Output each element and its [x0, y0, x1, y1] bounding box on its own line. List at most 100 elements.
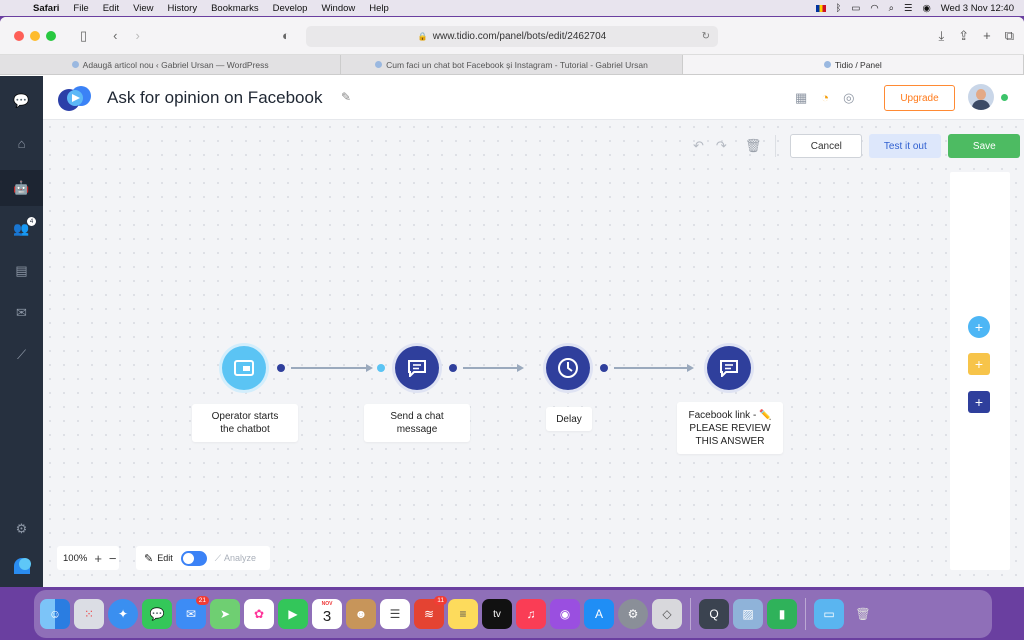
menu-view[interactable]: View: [126, 3, 160, 14]
dock-safari[interactable]: ✦: [108, 599, 138, 629]
zoom-window-button[interactable]: [46, 30, 56, 41]
flow-node-facebook-link[interactable]: [704, 343, 754, 393]
dock-finder[interactable]: ☺: [40, 599, 70, 629]
sidebar-item-visitors[interactable]: 👥 4: [0, 214, 43, 244]
upgrade-button[interactable]: Upgrade: [884, 85, 955, 111]
node-label[interactable]: Send a chat message: [364, 404, 470, 442]
analyze-mode-label[interactable]: Analyze: [224, 553, 256, 563]
menu-clock[interactable]: Wed 3 Nov 12:40: [941, 3, 1014, 14]
dock-contacts[interactable]: ☻: [346, 599, 376, 629]
menu-history[interactable]: History: [161, 3, 205, 14]
tab-overview-icon[interactable]: ⧉: [1005, 28, 1014, 44]
add-condition-button[interactable]: +: [968, 353, 990, 375]
dock-apple-tv[interactable]: tv: [482, 599, 512, 629]
dock-mail[interactable]: ✉ 21: [176, 596, 209, 629]
sidebar-item-tidio-logo[interactable]: [0, 550, 43, 580]
flow-node-delay[interactable]: [543, 343, 593, 393]
sidebar-item-home[interactable]: ⌂: [0, 128, 43, 158]
address-bar[interactable]: 🔒 www.tidio.com/panel/bots/edit/2462704 …: [306, 26, 718, 47]
flow-node-send-message[interactable]: [392, 343, 442, 393]
save-button[interactable]: Save: [948, 134, 1021, 158]
edit-analyze-toggle[interactable]: [180, 550, 207, 566]
avatar[interactable]: [968, 84, 994, 110]
menu-bookmarks[interactable]: Bookmarks: [204, 3, 266, 14]
node-label[interactable]: Facebook link - ✏️ PLEASE REVIEW THIS AN…: [677, 402, 783, 454]
sidebar-item-settings[interactable]: ⚙: [0, 514, 43, 544]
siri-icon[interactable]: ◉: [922, 3, 930, 14]
dock-todoist[interactable]: ≋ 11: [414, 596, 447, 629]
dock-facetime[interactable]: ▶: [278, 599, 308, 629]
sidebar-item-bots[interactable]: 🤖: [0, 170, 43, 206]
flow-node-trigger[interactable]: [219, 343, 269, 393]
downloads-icon[interactable]: ⤓: [938, 28, 944, 44]
cancel-button[interactable]: Cancel: [790, 134, 863, 158]
dock-photos[interactable]: ✿: [244, 599, 274, 629]
test-it-out-button[interactable]: Test it out: [869, 134, 942, 158]
new-tab-icon[interactable]: +: [983, 28, 991, 44]
menu-file[interactable]: File: [66, 3, 95, 14]
trash-icon[interactable]: 🗑: [745, 138, 762, 154]
dock-maps[interactable]: ➤: [210, 599, 240, 629]
broadcast-icon[interactable]: ◎: [843, 90, 854, 106]
dock-reminders[interactable]: ☰: [380, 599, 410, 629]
dock-podcasts[interactable]: ◉: [550, 599, 580, 629]
node-output-port[interactable]: [600, 364, 608, 372]
zoom-out-button[interactable]: −: [109, 551, 117, 566]
share-icon[interactable]: ⇪: [958, 28, 969, 44]
zoom-in-button[interactable]: +: [94, 551, 102, 566]
control-center-icon[interactable]: ☰: [904, 3, 913, 14]
node-output-port[interactable]: [277, 364, 285, 372]
battery-icon[interactable]: ▭: [851, 3, 860, 14]
progress-ring-icon[interactable]: ◔: [821, 90, 829, 106]
flag-icon[interactable]: [815, 4, 826, 12]
dock-messages[interactable]: 💬: [142, 599, 172, 629]
dock-system-preferences[interactable]: ⚙: [618, 599, 648, 629]
menu-help[interactable]: Help: [362, 3, 396, 14]
dock-preview[interactable]: ▨: [733, 599, 763, 629]
dock-music[interactable]: ♫: [516, 599, 546, 629]
edit-title-icon[interactable]: ✎: [341, 90, 351, 104]
search-icon[interactable]: ⌕: [889, 3, 894, 14]
add-action-button[interactable]: +: [968, 391, 990, 413]
dock-launchpad[interactable]: ⁙: [74, 599, 104, 629]
undo-icon[interactable]: ↶: [693, 138, 704, 154]
privacy-shield-icon[interactable]: ◐: [282, 28, 290, 43]
close-window-button[interactable]: [14, 30, 24, 41]
flow-canvas[interactable]: ↶ ↷ 🗑 Cancel Test it out Save Operator s…: [43, 120, 1024, 587]
bluetooth-icon[interactable]: ᛒ: [836, 3, 842, 14]
tab-tutorial[interactable]: Cum faci un chat bot Facebook și Instagr…: [341, 55, 683, 74]
redo-icon[interactable]: ↷: [716, 138, 727, 154]
sidebar-toggle-icon[interactable]: ▯: [80, 28, 87, 44]
sidebar-item-chat[interactable]: 💬: [0, 86, 43, 116]
add-trigger-button[interactable]: +: [968, 316, 990, 338]
back-icon[interactable]: ‹: [113, 28, 117, 43]
macos-menu-bar: Safari File Edit View History Bookmarks …: [0, 0, 1024, 16]
node-output-port[interactable]: [449, 364, 457, 372]
podcast-icon: ◉: [559, 607, 571, 621]
node-input-port[interactable]: [377, 364, 385, 372]
sidebar-item-mailing[interactable]: ✉: [0, 298, 43, 328]
dock-notes[interactable]: ≡: [448, 599, 478, 629]
dock-app-store[interactable]: A: [584, 599, 614, 629]
dock-numbers[interactable]: ▮: [767, 599, 797, 629]
dock-roblox[interactable]: ◇: [652, 599, 682, 629]
forward-icon[interactable]: ›: [136, 28, 140, 43]
dock-quicktime[interactable]: Q: [699, 599, 729, 629]
sidebar-item-contacts[interactable]: ▤: [0, 256, 43, 286]
dock-trash[interactable]: 🗑: [848, 599, 878, 629]
menu-edit[interactable]: Edit: [96, 3, 126, 14]
minimize-window-button[interactable]: [30, 30, 40, 41]
node-label[interactable]: Operator starts the chatbot: [192, 404, 298, 442]
tab-tidio-panel[interactable]: Tidio / Panel: [682, 55, 1024, 74]
tab-wordpress[interactable]: Adaugă articol nou ‹ Gabriel Ursan — Wor…: [0, 55, 342, 74]
menu-develop[interactable]: Develop: [266, 3, 315, 14]
wifi-icon[interactable]: ◠: [870, 3, 878, 14]
reload-icon[interactable]: ↻: [702, 31, 710, 42]
menu-app[interactable]: Safari: [26, 3, 66, 14]
node-label[interactable]: Delay: [546, 407, 592, 431]
dock-calendar[interactable]: NOV 3: [312, 599, 342, 629]
sidebar-item-analytics[interactable]: ⟋: [0, 340, 43, 370]
dock-downloads-folder[interactable]: ▭: [814, 599, 844, 629]
menu-window[interactable]: Window: [314, 3, 362, 14]
news-icon[interactable]: ▦: [795, 90, 807, 106]
